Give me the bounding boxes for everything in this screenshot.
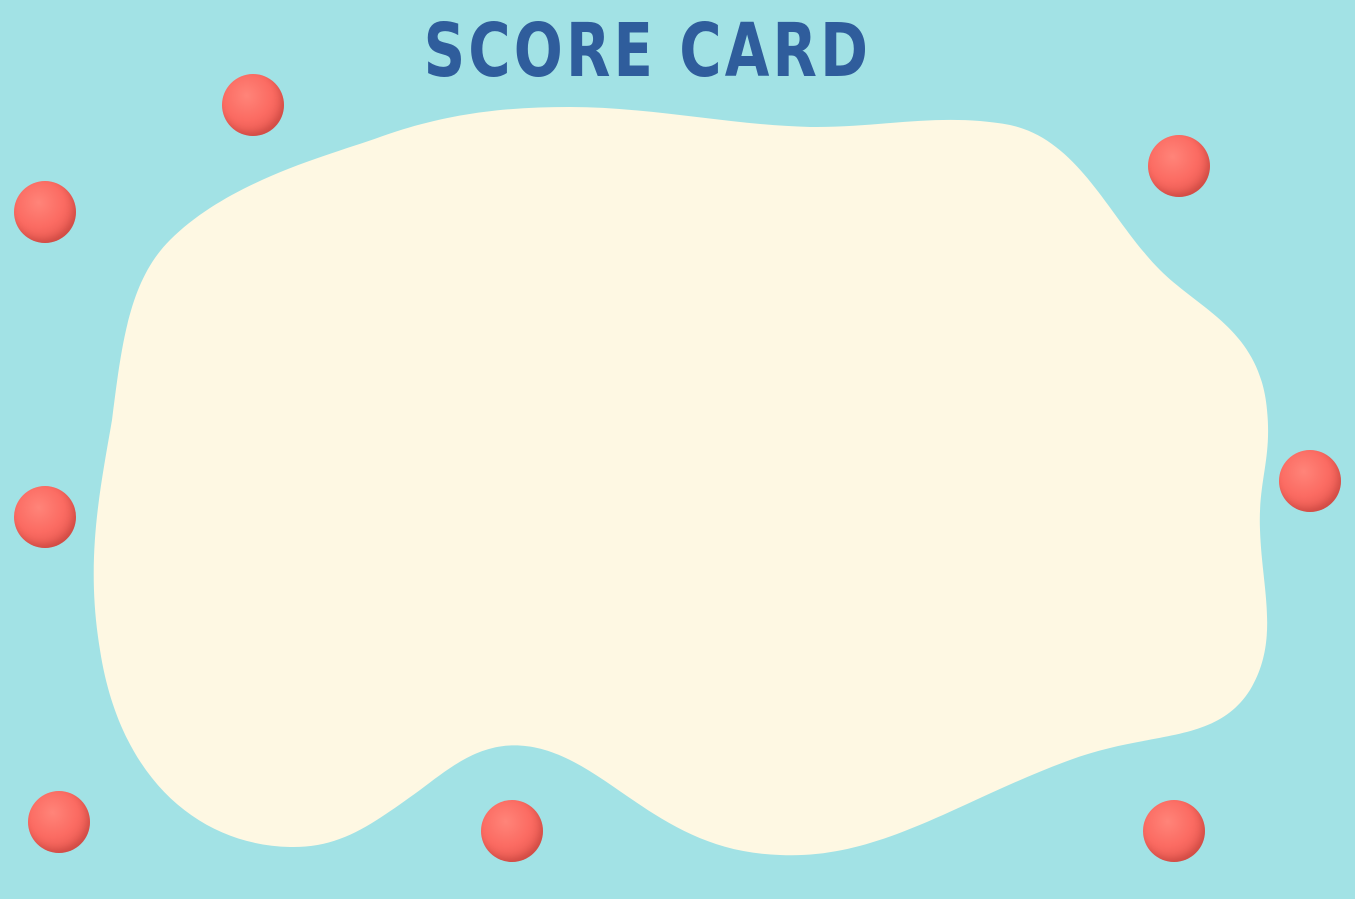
red-ball-icon (1148, 135, 1210, 197)
red-ball-icon (1279, 450, 1341, 512)
red-ball-icon (1143, 800, 1205, 862)
score-card-screen: SCORE CARD (0, 0, 1355, 899)
red-ball-icon (28, 791, 90, 853)
red-ball-icon (14, 181, 76, 243)
score-card-title: SCORE CARD (423, 8, 872, 94)
red-ball-icon (222, 74, 284, 136)
score-panel (93, 107, 1269, 856)
score-panel-blob (93, 107, 1269, 856)
red-ball-icon (14, 486, 76, 548)
red-ball-icon (481, 800, 543, 862)
